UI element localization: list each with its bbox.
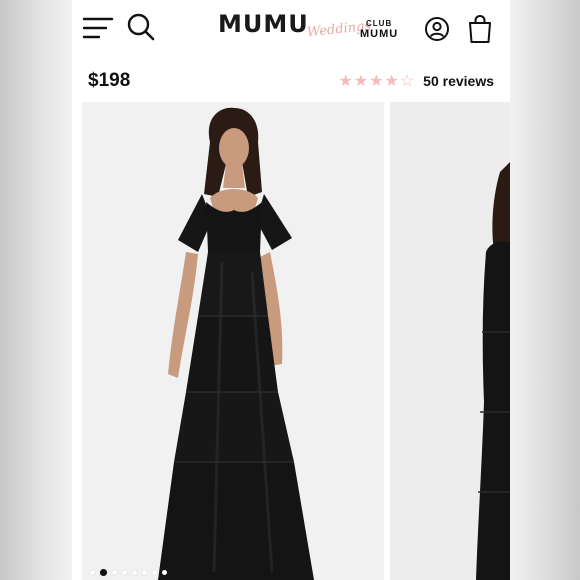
header: MUMU Weddings CLUB MUMU [72,0,510,60]
star-icon: ★ [369,73,385,90]
menu-icon[interactable] [82,14,114,42]
background-left [0,0,72,580]
model-photo-back [390,102,510,580]
pagination-dot[interactable] [112,570,117,575]
product-image-main[interactable] [82,102,384,580]
reviews-link[interactable]: 50 reviews [423,73,494,89]
pagination-dot[interactable] [132,570,137,575]
club-bottom-text: MUMU [360,28,399,40]
rating-summary[interactable]: ★★★★☆ 50 reviews [338,71,494,91]
star-icon: ★ [384,73,400,90]
account-icon[interactable] [424,16,450,42]
pagination-dot[interactable] [142,570,147,575]
product-gallery[interactable] [72,102,510,580]
star-icon: ☆ [399,73,416,90]
brand-name: MUMU [218,10,309,38]
product-price: $198 [88,70,131,91]
pagination-dot[interactable] [162,570,167,575]
pagination-dot-active[interactable] [100,569,107,576]
search-icon[interactable] [126,12,156,42]
star-icon: ★ [353,73,370,90]
cart-icon[interactable] [468,14,492,44]
club-mumu-logo[interactable]: CLUB MUMU [360,18,398,40]
background-right [510,0,580,580]
star-icon: ★ [338,73,354,90]
product-image-next[interactable] [390,102,510,580]
pagination-dot[interactable] [122,570,127,575]
phone-screen: MUMU Weddings CLUB MUMU $198 ★★★★☆ 50 re… [72,0,510,580]
model-photo [82,102,384,580]
gallery-pagination [90,569,167,576]
brand-logo[interactable]: MUMU Weddings [218,10,372,46]
pagination-dot[interactable] [152,570,157,575]
pagination-dot[interactable] [90,570,95,575]
rating-stars: ★★★★☆ [338,71,415,91]
